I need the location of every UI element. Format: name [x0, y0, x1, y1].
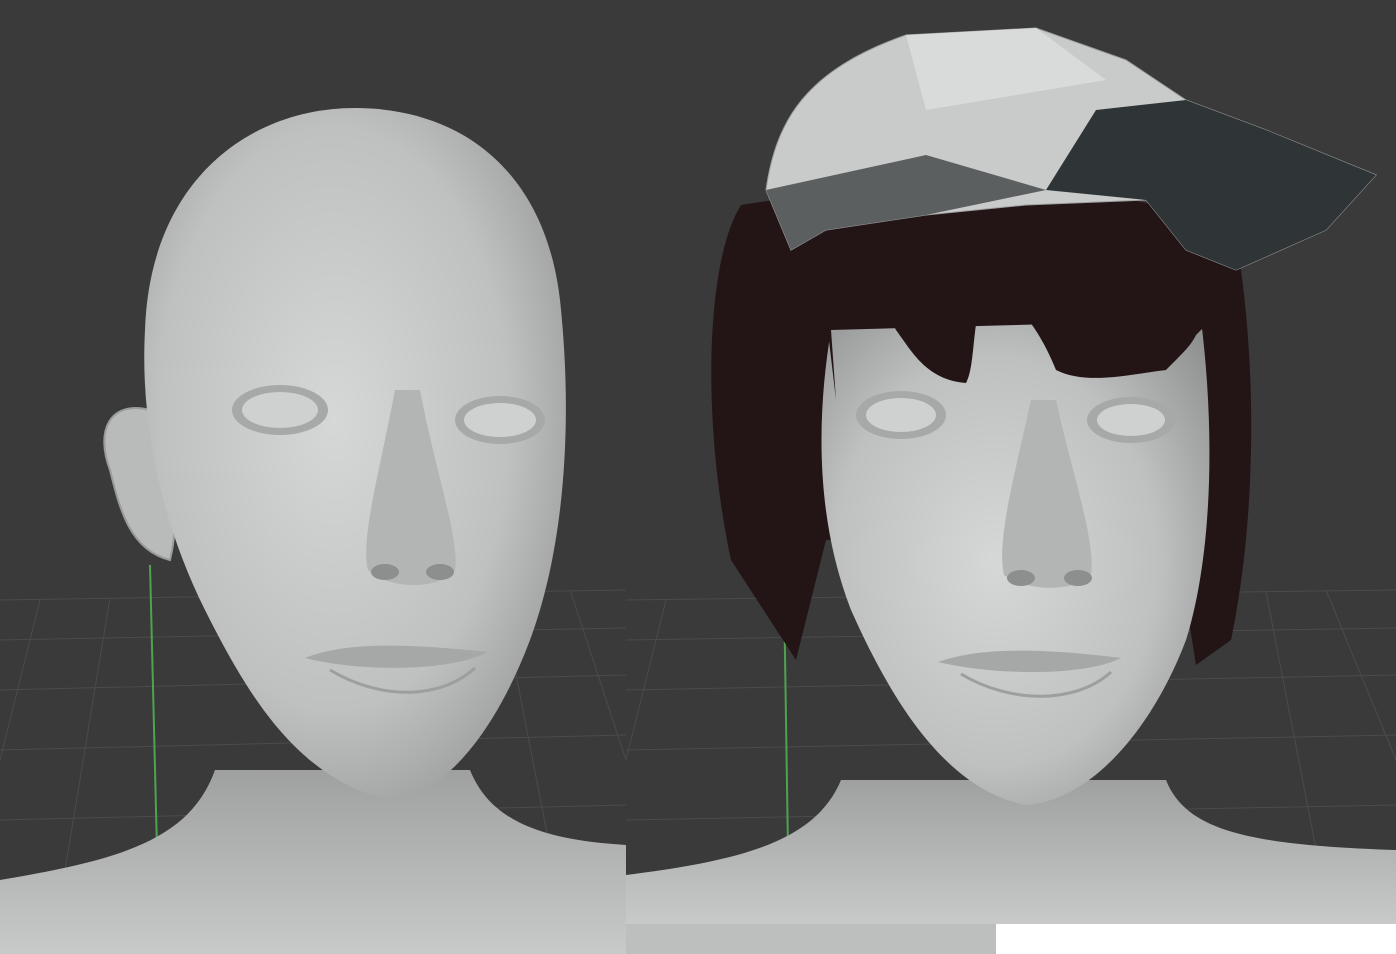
shoulders — [626, 780, 1396, 924]
viewport-left[interactable] — [0, 0, 626, 954]
head-icon — [144, 108, 566, 800]
viewport-right-canvas[interactable] — [626, 0, 1396, 924]
y-axis-line-icon — [149, 564, 158, 851]
head-icon — [821, 320, 1210, 805]
bottom-strip — [626, 924, 996, 954]
viewport-right[interactable] — [626, 0, 1396, 924]
viewport-left-canvas[interactable] — [0, 0, 626, 954]
shoulders — [0, 770, 626, 954]
blank-area — [996, 924, 1396, 954]
